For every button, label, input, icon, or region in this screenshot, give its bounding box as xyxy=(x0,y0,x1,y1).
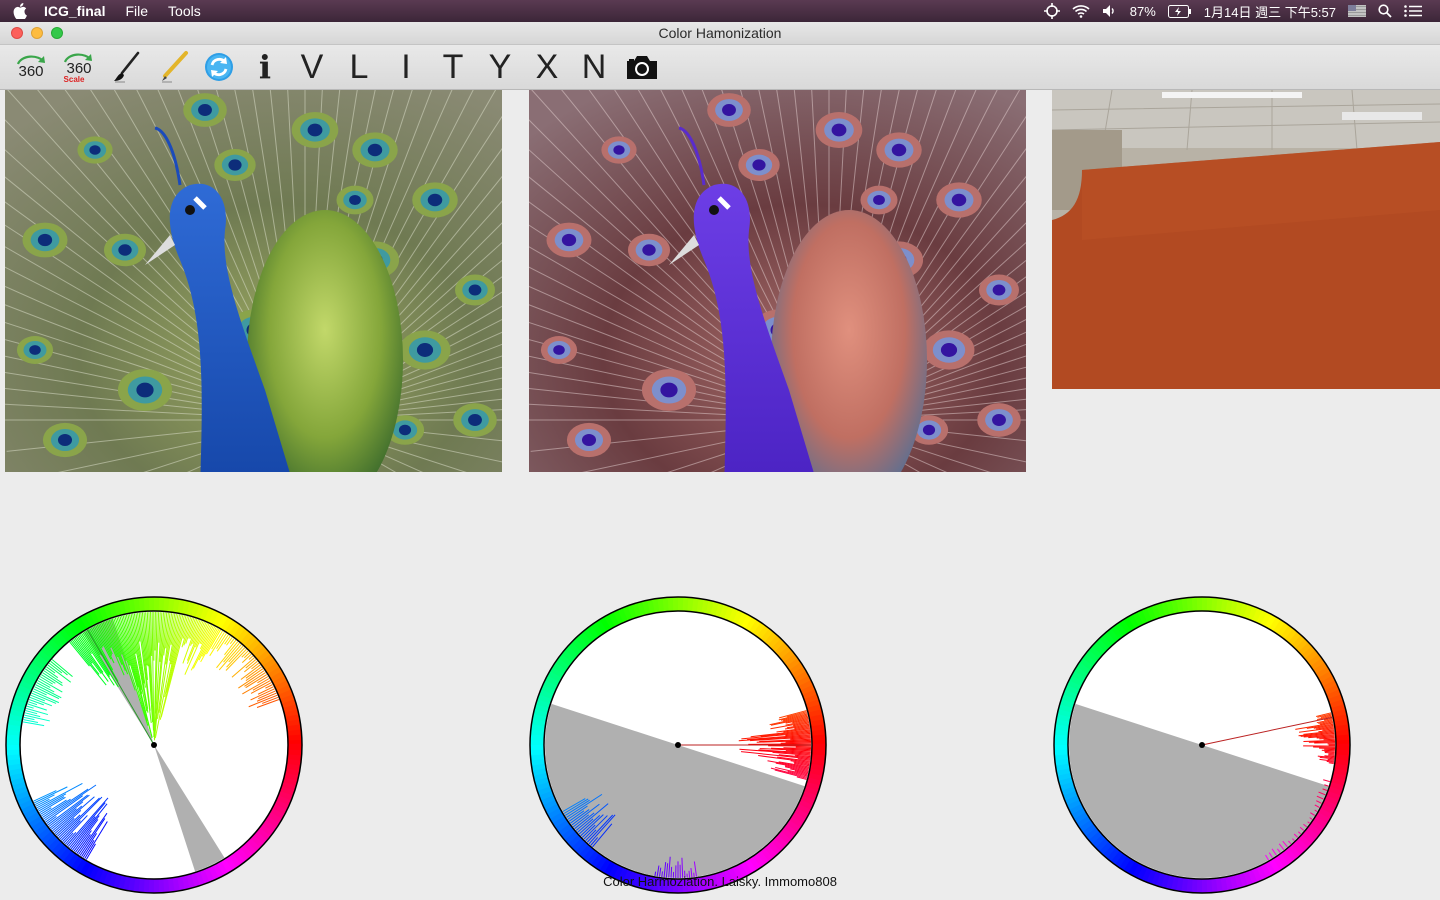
file-menu[interactable]: File xyxy=(115,0,158,22)
menu-bar: ICG_final File Tools 87% 1月14日 週三 下午5:57 xyxy=(0,0,1440,22)
rotate-360-icon: 360 xyxy=(16,55,45,80)
template-v-label: V xyxy=(300,48,324,86)
window-title-bar[interactable]: Color Hamonization xyxy=(0,22,1440,45)
status-area: 87% 1月14日 週三 下午5:57 xyxy=(1043,2,1440,21)
scale-360-button[interactable]: 360 Scale xyxy=(58,49,98,85)
info-button[interactable]: i xyxy=(245,49,285,85)
template-v-button[interactable]: V xyxy=(292,49,332,85)
template-x-label: X xyxy=(535,48,559,86)
template-i-label: I xyxy=(401,48,411,86)
credit-footer: Color Harmoziation. Laisky. Immomo808 xyxy=(603,874,837,889)
toolbar: 360 360 Scale i V L I T Y X N xyxy=(0,45,1440,90)
app-name-menu[interactable]: ICG_final xyxy=(40,0,115,22)
pencil-tool-button[interactable] xyxy=(153,49,193,85)
window-title: Color Hamonization xyxy=(658,25,782,41)
harmonized-hue-wheel xyxy=(529,596,827,894)
spotlight-search-icon[interactable] xyxy=(1378,4,1392,18)
camera-icon xyxy=(627,56,657,79)
rotate-360-label: 360 xyxy=(18,63,43,80)
template-t-label: T xyxy=(442,48,464,86)
notification-center-icon[interactable] xyxy=(1404,5,1422,17)
template-n-button[interactable]: N xyxy=(574,49,614,85)
screen-share-icon[interactable] xyxy=(1043,3,1060,19)
template-l-button[interactable]: L xyxy=(339,49,379,85)
original-peacock-image xyxy=(5,90,502,472)
template-y-button[interactable]: Y xyxy=(480,49,520,85)
camera-button[interactable] xyxy=(622,49,662,85)
template-y-label: Y xyxy=(488,48,512,86)
battery-percent: 87% xyxy=(1129,3,1156,19)
rotate-360-button[interactable]: 360 xyxy=(11,49,51,85)
scale-sublabel: Scale xyxy=(64,75,85,84)
original-image-panel[interactable] xyxy=(5,90,502,472)
apple-menu-icon[interactable] xyxy=(0,3,40,19)
wifi-icon[interactable] xyxy=(1072,4,1090,18)
camera-feed-image xyxy=(1052,90,1440,389)
paintbrush-icon xyxy=(114,51,140,83)
camera-feed-panel[interactable] xyxy=(1052,90,1440,389)
template-n-label: N xyxy=(581,48,607,86)
template-i-button[interactable]: I xyxy=(386,49,426,85)
template-t-button[interactable]: T xyxy=(433,49,473,85)
harmonized-peacock-image xyxy=(529,90,1026,472)
clock-datetime[interactable]: 1月14日 週三 下午5:57 xyxy=(1204,2,1336,21)
template-x-button[interactable]: X xyxy=(527,49,567,85)
camera-hue-wheel xyxy=(1053,596,1351,894)
tools-menu[interactable]: Tools xyxy=(158,0,211,22)
info-icon: i xyxy=(258,48,272,86)
battery-icon[interactable] xyxy=(1167,4,1192,18)
refresh-icon xyxy=(205,53,233,81)
template-l-label: L xyxy=(349,48,369,86)
original-hue-wheel xyxy=(5,596,303,894)
scale-360-icon: 360 Scale xyxy=(64,53,92,84)
volume-icon[interactable] xyxy=(1102,4,1118,18)
harmonized-image-panel[interactable] xyxy=(529,90,1026,472)
refresh-button[interactable] xyxy=(199,49,239,85)
pencil-icon xyxy=(162,51,188,83)
brush-tool-button[interactable] xyxy=(106,49,146,85)
input-source-flag-icon[interactable] xyxy=(1348,5,1366,17)
